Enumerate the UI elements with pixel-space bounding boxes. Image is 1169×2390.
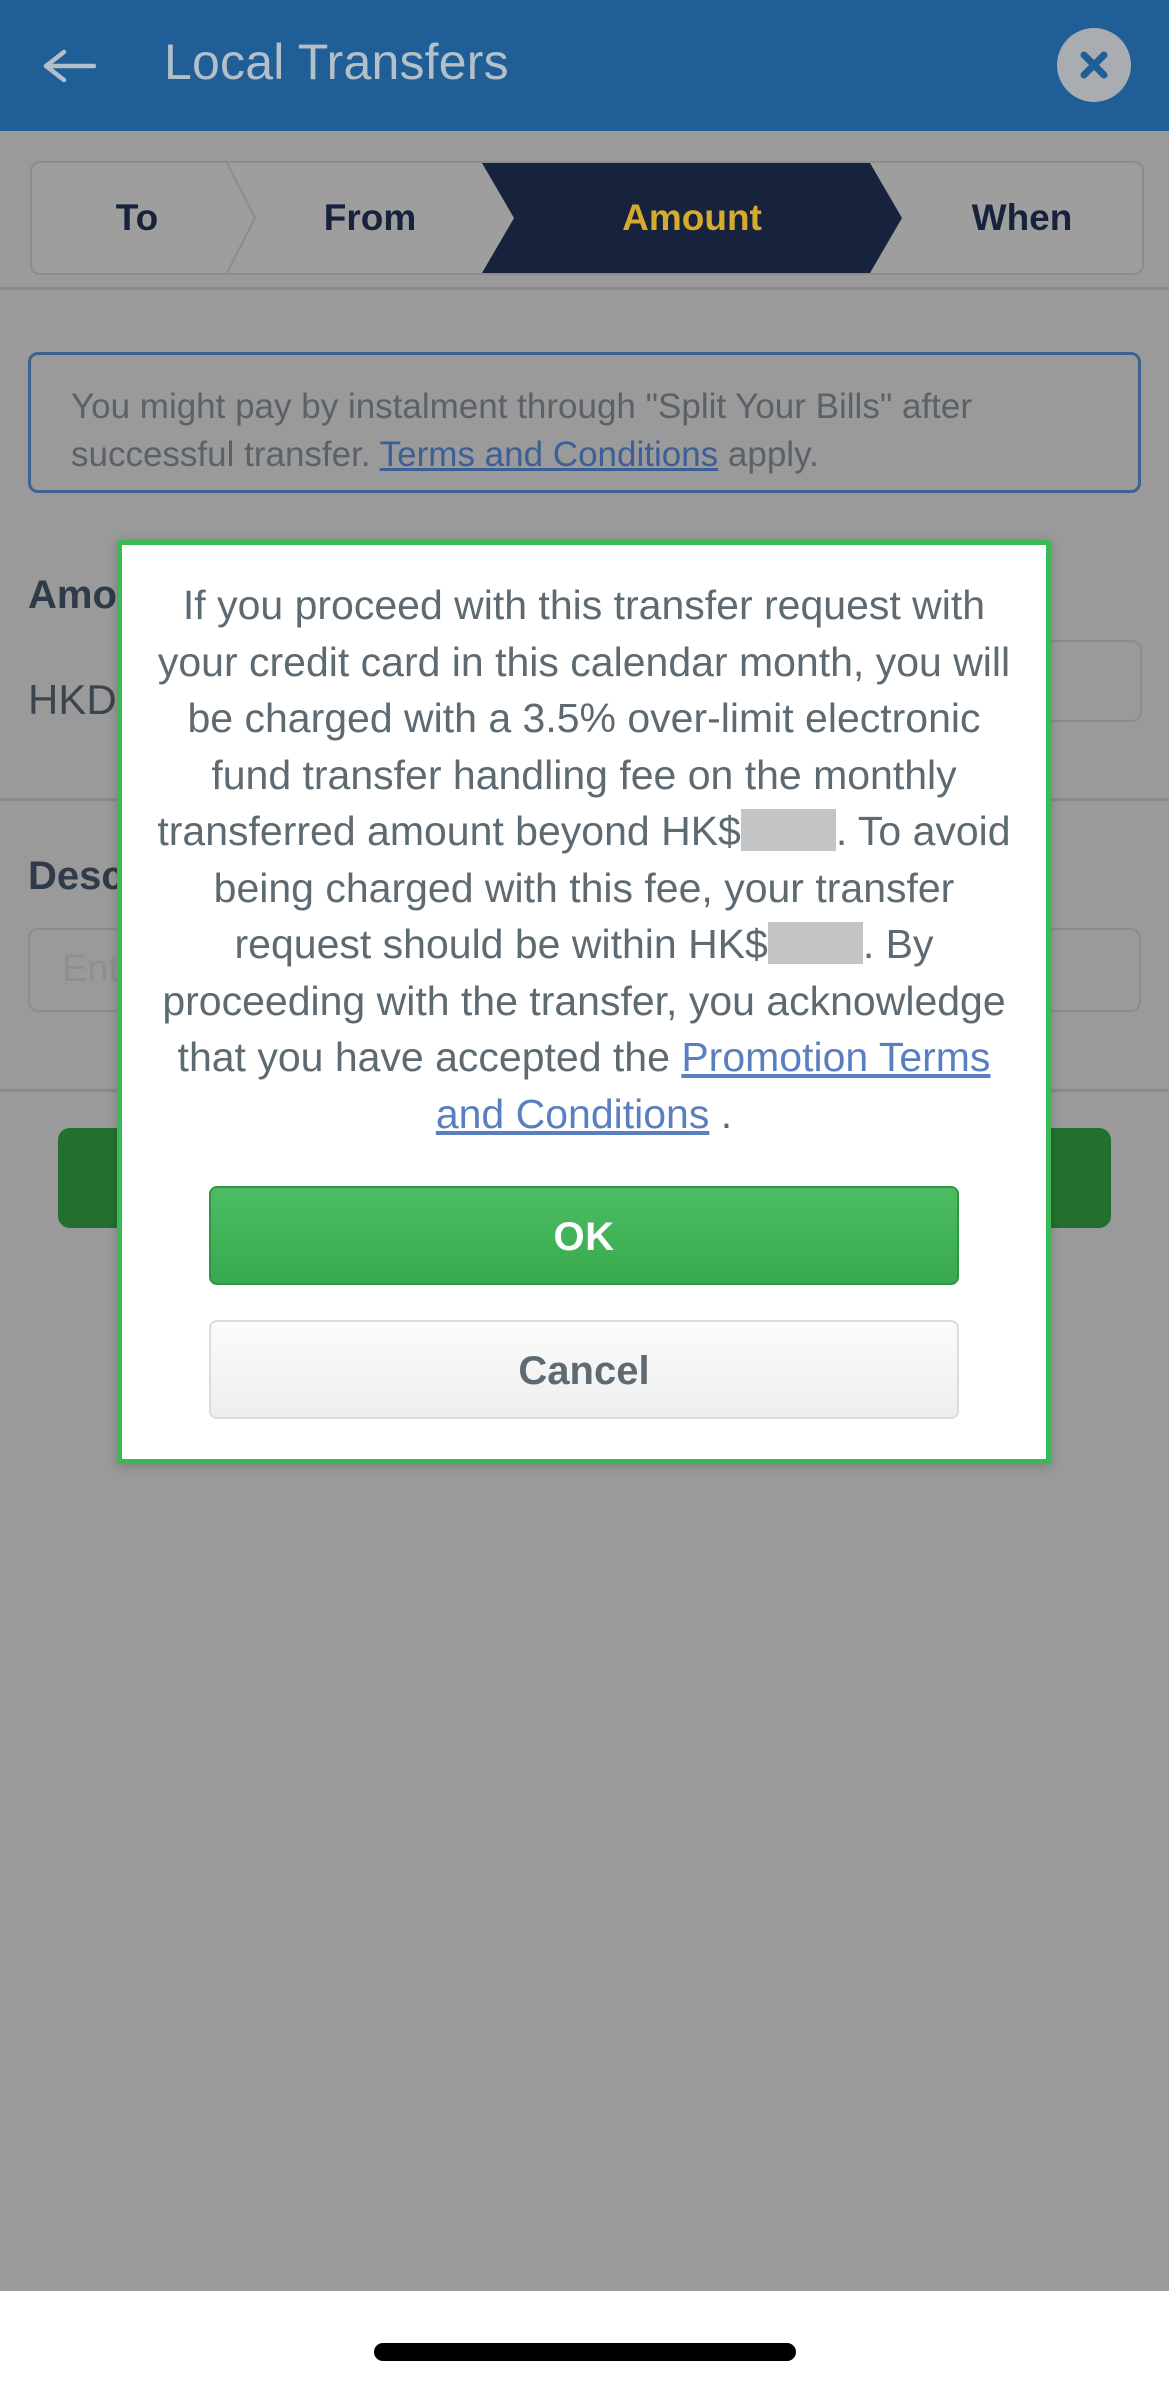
ok-button[interactable]: OK [209,1186,959,1285]
section-divider [0,287,1169,290]
back-arrow-icon[interactable] [42,46,98,86]
wizard-steps: To From Amount When [30,161,1144,275]
wizard-steps-bar: To From Amount When [0,131,1169,288]
home-indicator[interactable] [373,2343,796,2361]
redacted-amount-2 [767,922,863,964]
step-to[interactable]: To [32,163,242,273]
close-icon[interactable] [1057,28,1131,102]
app-header: Local Transfers [0,0,1169,131]
promo-text-after: apply. [718,435,819,474]
step-from[interactable]: From [242,163,498,273]
step-when[interactable]: When [902,163,1142,273]
page-title: Local Transfers [164,34,509,90]
dialog-buttons: OK Cancel [122,1186,1046,1419]
system-home-area [0,2291,1169,2390]
terms-and-conditions-link[interactable]: Terms and Conditions [380,435,719,474]
promo-notice-text: You might pay by instalment through "Spl… [71,383,1081,479]
phone-screen: Local Transfers To From Amount When You … [0,0,1169,2390]
redacted-amount-1 [740,809,836,851]
promo-notice-box: You might pay by instalment through "Spl… [28,352,1141,493]
cancel-button[interactable]: Cancel [209,1320,959,1419]
step-amount[interactable]: Amount [482,163,902,273]
currency-label: HKD [28,676,117,723]
confirmation-dialog: If you proceed with this transfer reques… [117,540,1051,1464]
dialog-message-part-4: . [709,1090,733,1137]
dialog-message: If you proceed with this transfer reques… [122,577,1046,1142]
dialog-body: If you proceed with this transfer reques… [122,545,1046,1142]
